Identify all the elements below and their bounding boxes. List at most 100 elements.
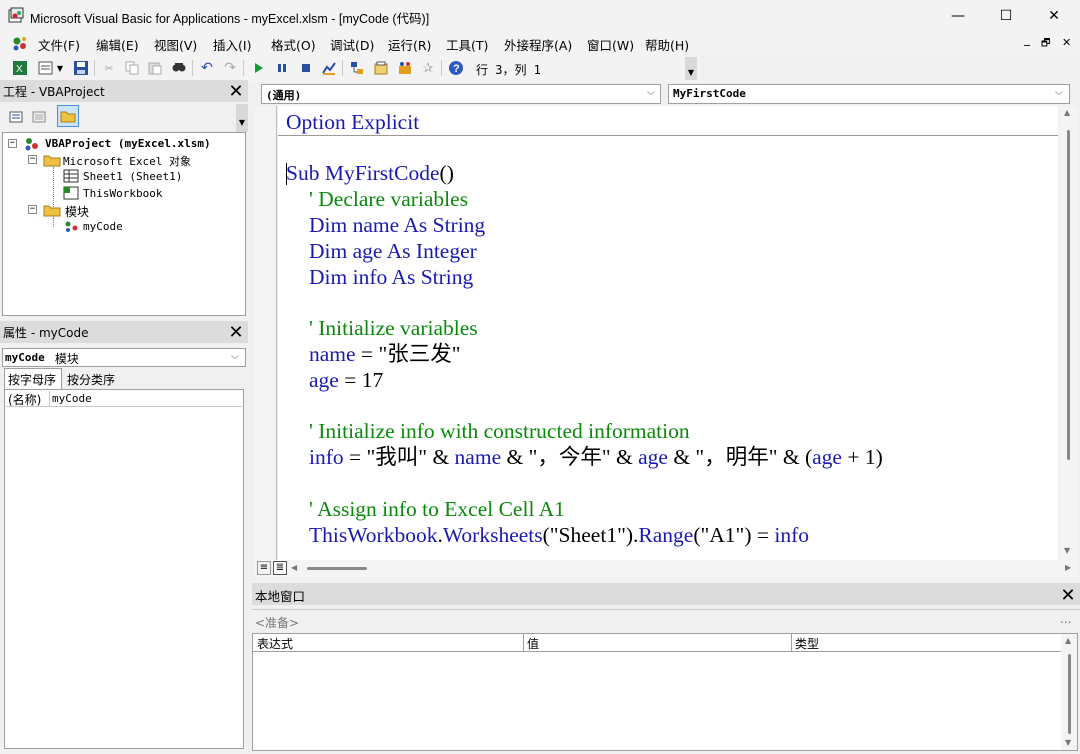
locals-grid: 表达式 值 类型 ▲ ▼	[252, 633, 1078, 751]
menu-run[interactable]: 运行(R)	[388, 35, 431, 54]
properties-object-name: myCode	[5, 351, 45, 364]
property-row-name[interactable]: (名称) myCode	[6, 391, 242, 407]
save-icon[interactable]	[72, 59, 90, 77]
code-line-comment: ' Assign info to Excel Cell A1	[309, 497, 565, 521]
project-toolbar-scroll[interactable]: ▼	[236, 104, 248, 132]
find-icon[interactable]	[170, 59, 188, 77]
keyword: Sub	[286, 161, 320, 185]
project-panel-title: 工程 - VBAProject	[3, 85, 105, 99]
maximize-button[interactable]: ☐	[982, 0, 1030, 32]
full-module-view-icon[interactable]: ≣	[273, 561, 287, 575]
design-mode-icon[interactable]	[320, 59, 338, 77]
locals-window-close-button[interactable]: ✕	[1058, 585, 1078, 606]
menu-edit[interactable]: 编辑(E)	[96, 35, 139, 54]
identifier: info	[309, 445, 344, 469]
redo-icon[interactable]: ↷	[221, 59, 239, 77]
copy-icon[interactable]	[123, 59, 141, 77]
procedure-dropdown[interactable]: MyFirstCode ⌵	[668, 84, 1070, 104]
view-code-icon[interactable]	[8, 109, 24, 125]
tree-folder-modules[interactable]: 模块	[65, 203, 89, 220]
code-margin[interactable]	[255, 106, 277, 560]
close-button[interactable]: ✕	[1030, 0, 1078, 32]
menu-file[interactable]: 文件(F)	[38, 35, 80, 54]
tab-categorized[interactable]: 按分类序	[64, 370, 124, 389]
tree-root-label[interactable]: VBAProject (myExcel.xlsm)	[45, 137, 211, 150]
column-value[interactable]: 值	[527, 635, 539, 652]
menu-bar: 文件(F) 编辑(E) 视图(V) 插入(I) 格式(O) 调试(D) 运行(R…	[0, 32, 1080, 55]
tree-expander-objects[interactable]: −	[28, 155, 37, 164]
project-panel-toolbar: ▼	[0, 102, 248, 132]
dropdown-arrow-icon[interactable]: ▼	[55, 59, 65, 77]
undo-icon[interactable]: ↶	[198, 59, 216, 77]
code-vertical-scrollbar[interactable]: ▲ ▼	[1060, 106, 1077, 560]
scrollbar-up-arrow[interactable]: ▲	[1064, 108, 1070, 117]
doc-close-button[interactable]: ✕	[1062, 36, 1071, 49]
menu-view[interactable]: 视图(V)	[154, 35, 197, 54]
column-type[interactable]: 类型	[795, 635, 819, 652]
menu-format[interactable]: 格式(O)	[271, 35, 316, 54]
chevron-down-icon: ⌵	[1055, 87, 1063, 98]
tab-alphabetic[interactable]: 按字母序	[4, 368, 62, 389]
project-panel-close-button[interactable]: ✕	[226, 81, 246, 102]
tree-folder-objects[interactable]: Microsoft Excel 对象	[63, 153, 191, 169]
paste-icon[interactable]	[146, 59, 164, 77]
tree-expander-root[interactable]: −	[8, 139, 17, 148]
doc-minimize-button[interactable]: _	[1024, 32, 1030, 46]
identifier: info	[774, 523, 809, 547]
scrollbar-thumb[interactable]	[1067, 130, 1070, 460]
window-title: Microsoft Visual Basic for Applications …	[30, 12, 430, 26]
tree-item-sheet1[interactable]: Sheet1 (Sheet1)	[83, 170, 182, 183]
menu-window[interactable]: 窗口(W)	[587, 35, 634, 54]
doc-restore-button[interactable]: 🗗	[1041, 36, 1050, 53]
minimize-button[interactable]: —	[934, 0, 982, 32]
project-explorer-icon[interactable]	[348, 59, 366, 77]
code-line-sub: Sub MyFirstCode()	[286, 160, 454, 186]
identifier: age	[347, 239, 387, 263]
insert-module-icon[interactable]	[37, 59, 55, 77]
object-dropdown[interactable]: (通用) ⌵	[261, 84, 661, 104]
help-icon[interactable]: ?	[447, 59, 465, 77]
column-expression[interactable]: 表达式	[257, 635, 293, 652]
scrollbar-down-arrow[interactable]: ▼	[1065, 738, 1071, 747]
reset-icon[interactable]	[297, 59, 315, 77]
toolbox-icon[interactable]: ✰	[419, 59, 437, 77]
cut-icon[interactable]: ✂	[100, 59, 118, 77]
excel-icon[interactable]: X	[11, 59, 29, 77]
menu-help[interactable]: 帮助(H)	[645, 35, 689, 54]
tree-item-mycode[interactable]: myCode	[83, 220, 123, 233]
locals-vertical-scrollbar[interactable]: ▲ ▼	[1061, 634, 1077, 750]
svg-text:X: X	[16, 64, 23, 75]
properties-panel-close-button[interactable]: ✕	[226, 322, 246, 343]
menu-tools[interactable]: 工具(T)	[446, 35, 488, 54]
property-value[interactable]: myCode	[52, 392, 92, 405]
locals-status-bar: <准备> ...	[252, 609, 1080, 633]
break-icon[interactable]	[273, 59, 291, 77]
toolbar-overflow-handle[interactable]: ▼	[685, 57, 697, 80]
procedure-view-icon[interactable]: ≡	[257, 561, 271, 575]
menu-insert[interactable]: 插入(I)	[213, 35, 251, 54]
horizontal-scrollbar-thumb[interactable]	[307, 567, 367, 570]
view-object-icon[interactable]	[31, 109, 47, 125]
tree-expander-modules[interactable]: −	[28, 205, 37, 214]
scrollbar-down-arrow[interactable]: ▼	[1064, 546, 1070, 555]
module-icon	[63, 219, 81, 236]
object-browser-icon[interactable]	[396, 59, 414, 77]
scrollbar-up-arrow[interactable]: ▲	[1065, 636, 1071, 645]
run-icon[interactable]	[249, 59, 267, 77]
properties-object-select[interactable]: myCode 模块 ⌵	[2, 348, 246, 367]
call-stack-button[interactable]: ...	[1060, 612, 1071, 626]
scrollbar-thumb[interactable]	[1068, 654, 1071, 734]
vba-menu-icon	[10, 35, 30, 52]
chevron-down-icon: ⌵	[231, 351, 239, 362]
column-divider	[791, 634, 792, 652]
toggle-folders-button[interactable]	[57, 105, 79, 127]
toolbar-separator	[342, 60, 343, 76]
menu-addins[interactable]: 外接程序(A)	[504, 35, 572, 54]
tree-item-thisworkbook[interactable]: ThisWorkbook	[83, 187, 162, 200]
scrollbar-left-arrow[interactable]: ◀	[291, 563, 297, 572]
properties-icon[interactable]	[372, 59, 390, 77]
scrollbar-right-arrow[interactable]: ▶	[1065, 563, 1071, 572]
properties-object-type: 模块	[51, 352, 79, 366]
menu-debug[interactable]: 调试(D)	[330, 35, 374, 54]
code-editor[interactable]: Option Explicit Sub MyFirstCode() ' Decl…	[278, 106, 1058, 560]
